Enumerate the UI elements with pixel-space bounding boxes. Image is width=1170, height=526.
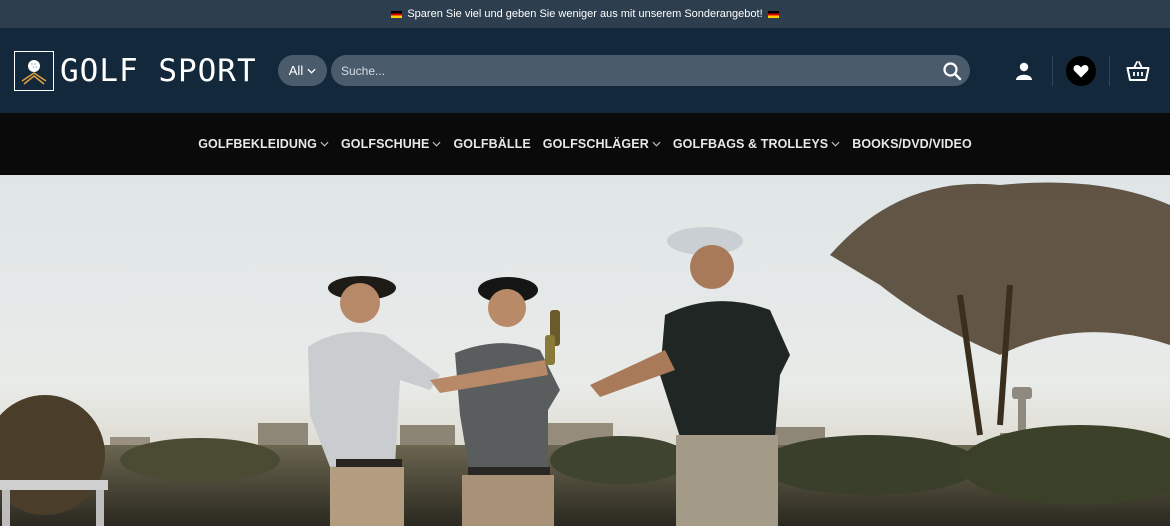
wishlist-button[interactable] [1063, 53, 1099, 89]
search-icon[interactable] [942, 61, 962, 81]
search-bar: All [278, 55, 970, 86]
chevron-down-icon [652, 141, 661, 147]
nav-item-label: GOLFSCHLÄGER [542, 137, 649, 151]
account-button[interactable] [1006, 53, 1042, 89]
nav-item-label: BOOKS/DVD/VIDEO [852, 137, 972, 151]
nav-item-golfschuhe[interactable]: GOLFSCHUHE [335, 137, 448, 151]
user-icon [1016, 62, 1032, 80]
chevron-down-icon [307, 68, 316, 74]
brand-name: GOLF SPORT [60, 52, 257, 89]
nav-item-books-dvd-video[interactable]: BOOKS/DVD/VIDEO [846, 137, 978, 151]
german-flag-icon [767, 10, 779, 18]
site-header: GOLF SPORT All [0, 28, 1170, 113]
heart-icon [1066, 55, 1096, 86]
hero-image [0, 175, 1170, 526]
golf-ball-logo-icon [14, 50, 54, 91]
search-input[interactable] [331, 55, 970, 86]
category-select[interactable]: All [278, 55, 327, 86]
divider [1052, 55, 1053, 86]
nav-item-label: GOLFBÄLLE [453, 137, 531, 151]
header-actions [1006, 28, 1156, 113]
chevron-down-icon [831, 141, 840, 147]
chevron-down-icon [432, 141, 441, 147]
nav-item-golfbags-trolleys[interactable]: GOLFBAGS & TROLLEYS [667, 137, 846, 151]
nav-item-label: GOLFBEKLEIDUNG [198, 137, 317, 151]
german-flag-icon [391, 10, 403, 18]
nav-item-label: GOLFSCHUHE [340, 137, 430, 151]
search-field [331, 55, 970, 86]
chevron-down-icon [320, 141, 329, 147]
basket-icon [1126, 60, 1150, 81]
nav-item-golfschläger[interactable]: GOLFSCHLÄGER [537, 137, 667, 151]
logo[interactable]: GOLF SPORT [14, 50, 264, 91]
nav-item-golfbekleidung[interactable]: GOLFBEKLEIDUNG [192, 137, 335, 151]
nav-item-golfbälle[interactable]: GOLFBÄLLE [447, 137, 536, 151]
nav-item-label: GOLFBAGS & TROLLEYS [672, 137, 829, 151]
main-navigation: GOLFBEKLEIDUNG GOLFSCHUHE GOLFBÄLLE GOLFSCH… [0, 113, 1170, 175]
cart-button[interactable] [1120, 53, 1156, 89]
golfers-toasting-photo [0, 175, 1170, 526]
category-label: All [288, 63, 304, 78]
promo-bar: Sparen Sie viel und geben Sie weniger au… [0, 0, 1170, 28]
promo-text: Sparen Sie viel und geben Sie weniger au… [407, 8, 763, 20]
divider [1109, 55, 1110, 86]
